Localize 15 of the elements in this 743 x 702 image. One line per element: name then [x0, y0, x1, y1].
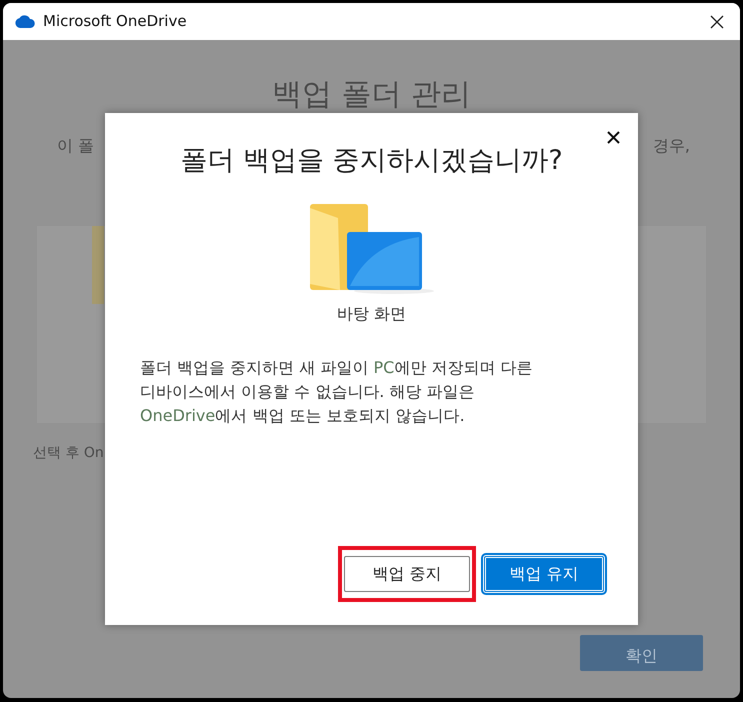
description-text: 경우, [652, 135, 690, 156]
keep-backup-button[interactable]: 백업 유지 [484, 556, 604, 592]
description-text: 이 폴 [57, 135, 94, 156]
stop-backup-button[interactable]: 백업 중지 [344, 556, 470, 592]
folder-laptop-icon [310, 204, 434, 294]
folder-label: 바탕 화면 [336, 304, 406, 322]
dialog-message: 폴더 백업을 중지하면 새 파일이 PC에만 저장되며 다른 디바이스에서 이용할 수 없습니다. 해당 파일은 OneDrive에서 백업 또는 보호되지 않습니다. [140, 356, 534, 426]
page-heading: 백업 폴더 관리 [272, 77, 472, 112]
confirm-button[interactable]: 확인 [580, 635, 703, 671]
close-icon[interactable] [607, 131, 620, 144]
dialog-title: 폴더 백업을 중지하시겠습니까? [180, 145, 563, 176]
close-icon[interactable] [710, 14, 724, 28]
note-text: 선택 후 On [33, 445, 104, 461]
cloud-icon [15, 15, 35, 28]
window-title: Microsoft OneDrive [43, 11, 187, 32]
